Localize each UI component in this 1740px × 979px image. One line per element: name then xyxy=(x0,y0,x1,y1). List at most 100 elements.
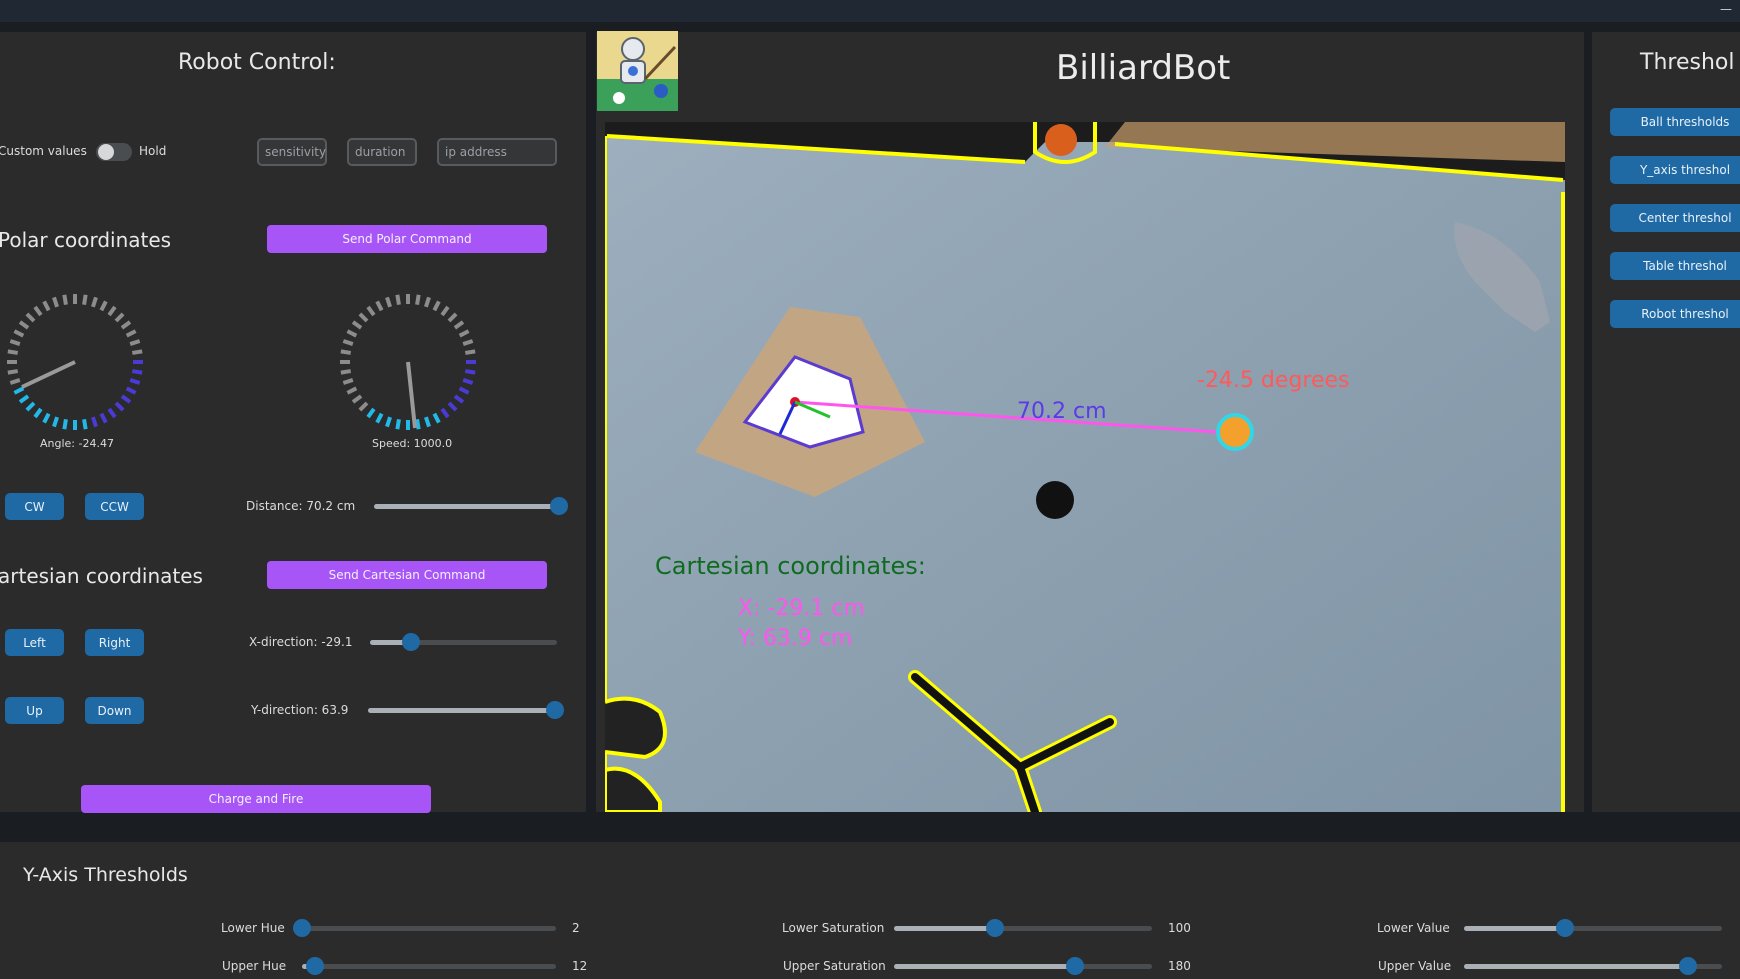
black-ball xyxy=(1036,481,1074,519)
gauge-tick xyxy=(464,349,476,355)
down-button[interactable]: Down xyxy=(85,697,144,724)
gauge-tick xyxy=(18,320,30,330)
table-thresholds-button[interactable]: Table threshol xyxy=(1610,252,1740,280)
thresholds-panel xyxy=(1592,32,1740,812)
lower-hue-value: 2 xyxy=(572,921,580,935)
overlay-y: Y: 63.9 cm xyxy=(737,626,852,651)
gauge-tick xyxy=(440,407,450,419)
up-button[interactable]: Up xyxy=(5,697,64,724)
send-polar-button[interactable]: Send Polar Command xyxy=(267,225,547,253)
upper-hue-value: 12 xyxy=(572,959,588,973)
gauge-tick xyxy=(458,329,470,338)
lower-saturation-value: 100 xyxy=(1168,921,1191,935)
gauge-tick xyxy=(114,401,125,412)
gauge-tick xyxy=(462,378,474,385)
gauge-tick xyxy=(447,312,458,323)
gauge-tick xyxy=(447,401,458,412)
gauge-tick xyxy=(25,312,36,323)
gauge-tick xyxy=(99,300,108,312)
upper-hue-label: Upper Hue xyxy=(222,959,287,973)
gauge-tick xyxy=(351,320,363,330)
gauge-tick xyxy=(424,416,431,428)
gauge-tick xyxy=(346,386,358,395)
gauge-tick xyxy=(385,416,392,428)
lower-value-label: Lower Value xyxy=(1377,921,1450,935)
cartesian-coordinates-title: artesian coordinates xyxy=(0,564,203,588)
robot-thresholds-button[interactable]: Robot threshol xyxy=(1610,300,1740,328)
gauge-tick xyxy=(453,320,465,330)
y-direction-label: Y-direction: 63.9 xyxy=(251,703,349,717)
gauge-tick xyxy=(9,339,21,346)
sensitivity-input[interactable]: sensitivity xyxy=(257,138,327,166)
gauge-tick xyxy=(18,394,30,404)
gauge-tick xyxy=(432,412,441,424)
gauge-tick xyxy=(440,305,450,317)
angle-label: Angle: -24.47 xyxy=(40,437,114,450)
charge-and-fire-button[interactable]: Charge and Fire xyxy=(81,785,431,813)
switch-knob xyxy=(98,144,114,160)
distance-slider[interactable] xyxy=(374,497,568,515)
upper-saturation-label: Upper Saturation xyxy=(783,959,886,973)
x-direction-slider-knob[interactable] xyxy=(402,633,421,651)
overlay-cartesian-title: Cartesian coordinates: xyxy=(655,552,926,580)
gauge-tick xyxy=(91,416,98,428)
gauge-tick xyxy=(351,394,363,404)
custom-values-switch[interactable] xyxy=(96,143,132,161)
ccw-button[interactable]: CCW xyxy=(85,493,144,520)
right-button[interactable]: Right xyxy=(85,629,144,656)
gauge-tick xyxy=(340,349,352,355)
gauge-tick xyxy=(129,378,141,385)
duration-input[interactable]: duration xyxy=(347,138,417,166)
upper-hue-slider[interactable] xyxy=(302,957,556,975)
gauge-tick xyxy=(107,305,117,317)
gauge-tick xyxy=(91,296,98,308)
ip-address-input[interactable]: ip address xyxy=(437,138,557,166)
hold-label: Hold xyxy=(139,144,167,158)
gauge-tick xyxy=(340,369,352,375)
upper-value-label: Upper Value xyxy=(1378,959,1452,973)
gauge-tick xyxy=(131,369,143,375)
center-thresholds-button[interactable]: Center threshol xyxy=(1610,204,1740,232)
x-direction-slider[interactable] xyxy=(370,633,557,651)
y-axis-thresholds-button[interactable]: Y_axis threshol xyxy=(1610,156,1740,184)
gauge-tick xyxy=(82,294,88,306)
camera-feed: 70.2 cm -24.5 degrees Cartesian coordina… xyxy=(605,122,1565,812)
gauge-tick xyxy=(415,418,421,430)
speed-gauge-needle xyxy=(406,361,417,429)
distance-slider-fill xyxy=(374,504,559,509)
gauge-tick xyxy=(375,412,384,424)
lower-value-slider[interactable] xyxy=(1464,919,1722,937)
overlay-degrees: -24.5 degrees xyxy=(1197,368,1349,393)
gauge-tick xyxy=(358,312,369,323)
cw-button[interactable]: CW xyxy=(5,493,64,520)
lower-hue-label: Lower Hue xyxy=(221,921,285,935)
gauge-tick xyxy=(375,300,384,312)
gauge-tick xyxy=(129,339,141,346)
gauge-tick xyxy=(464,369,476,375)
custom-values-label: Custom values xyxy=(0,144,87,158)
minimize-button[interactable]: — xyxy=(1720,2,1732,16)
gauge-tick xyxy=(42,412,51,424)
send-cartesian-button[interactable]: Send Cartesian Command xyxy=(267,561,547,589)
gauge-tick xyxy=(82,418,88,430)
lower-hue-slider[interactable] xyxy=(293,919,556,937)
distance-slider-knob[interactable] xyxy=(550,497,568,515)
gauge-tick xyxy=(62,418,68,430)
lower-saturation-slider[interactable] xyxy=(894,919,1152,937)
gauge-tick xyxy=(13,386,25,395)
gauge-tick xyxy=(52,416,59,428)
upper-saturation-slider[interactable] xyxy=(894,957,1152,975)
left-button[interactable]: Left xyxy=(5,629,64,656)
gauge-tick xyxy=(33,407,43,419)
y-direction-slider[interactable] xyxy=(368,701,565,719)
overlay-x: X: -29.1 cm xyxy=(738,596,865,621)
ball-thresholds-button[interactable]: Ball thresholds xyxy=(1610,108,1740,136)
gauge-tick xyxy=(7,369,19,375)
gauge-tick xyxy=(125,386,137,395)
gauge-tick xyxy=(342,339,354,346)
y-axis-thresholds-title: Y-Axis Thresholds xyxy=(23,864,188,886)
upper-value-slider[interactable] xyxy=(1464,957,1722,975)
gauge-tick xyxy=(462,339,474,346)
overlay-distance: 70.2 cm xyxy=(1017,399,1107,424)
gauge-tick xyxy=(120,320,132,330)
